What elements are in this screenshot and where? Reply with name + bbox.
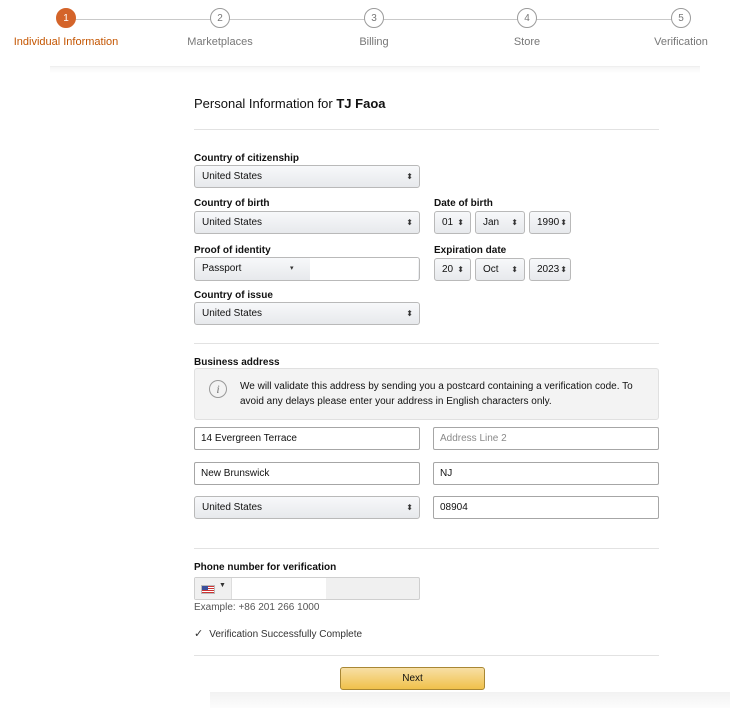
issue-country-value: United States [202, 308, 263, 319]
updown-arrow-icon: ⬍ [560, 218, 567, 227]
dob-month-select[interactable]: Jan ⬍ [475, 211, 525, 234]
birth-country-label: Country of birth [194, 198, 270, 209]
expiration-year-select[interactable]: 2023 ⬍ [529, 258, 571, 281]
phone-label: Phone number for verification [194, 562, 337, 573]
updown-arrow-icon: ⬍ [511, 265, 518, 274]
citizenship-value: United States [202, 171, 263, 182]
updown-arrow-icon: ⬍ [406, 172, 413, 181]
expiration-day-value: 20 [442, 264, 454, 275]
us-flag-icon [201, 585, 215, 594]
footer-shadow [210, 692, 730, 708]
header-divider-shadow [50, 66, 700, 73]
citizenship-select[interactable]: United States ⬍ [194, 165, 420, 188]
birth-country-select[interactable]: United States ⬍ [194, 211, 420, 234]
updown-arrow-icon: ⬍ [406, 503, 413, 512]
page-title: Personal Information for TJ Faoa [194, 96, 386, 111]
caret-down-icon: ▾ [290, 265, 294, 272]
step-label: Store [513, 36, 541, 48]
updown-arrow-icon: ⬍ [511, 218, 518, 227]
applicant-name: TJ Faoa [336, 96, 386, 111]
expiration-month-select[interactable]: Oct ⬍ [475, 258, 525, 281]
step-number-badge: 3 [364, 8, 384, 28]
business-address-label: Business address [194, 357, 280, 368]
dob-month-value: Jan [483, 217, 500, 228]
section-divider [194, 655, 659, 656]
step-verification[interactable]: 5 Verification [626, 8, 736, 48]
updown-arrow-icon: ⬍ [406, 218, 413, 227]
citizenship-label: Country of citizenship [194, 153, 299, 164]
step-label: Billing [359, 36, 389, 48]
info-icon: i [209, 380, 227, 398]
expiration-label: Expiration date [434, 245, 507, 256]
phone-input[interactable]: ▼ [194, 577, 420, 600]
checkmark-icon: ✓ [194, 628, 204, 640]
dob-day-select[interactable]: 01 ⬍ [434, 211, 471, 234]
birth-country-value: United States [202, 217, 263, 228]
dob-day-value: 01 [442, 217, 454, 228]
step-number-badge: 5 [671, 8, 691, 28]
step-label: Verification [654, 36, 708, 48]
issue-country-label: Country of issue [194, 290, 273, 301]
issue-country-select[interactable]: United States ⬍ [194, 302, 420, 325]
step-individual-information[interactable]: 1 Individual Information [11, 8, 121, 48]
progress-stepper: 1 Individual Information 2 Marketplaces … [0, 0, 750, 60]
address-country-select[interactable]: United States ⬍ [194, 496, 420, 519]
section-divider [194, 548, 659, 549]
step-billing[interactable]: 3 Billing [319, 8, 429, 48]
updown-arrow-icon: ⬍ [406, 309, 413, 318]
step-number-badge: 4 [517, 8, 537, 28]
country-code-button[interactable]: ▼ [195, 578, 232, 599]
step-marketplaces[interactable]: 2 Marketplaces [165, 8, 275, 48]
step-label: Marketplaces [187, 36, 253, 48]
identity-value: Passport [202, 263, 242, 274]
city-input[interactable]: New Brunswick [194, 462, 420, 485]
dob-label: Date of birth [434, 198, 493, 209]
dob-year-value: 1990 [537, 217, 560, 228]
verification-status: ✓ Verification Successfully Complete [194, 627, 362, 640]
verification-status-text: Verification Successfully Complete [209, 629, 363, 640]
address-line2-input[interactable]: Address Line 2 [433, 427, 659, 450]
caret-down-icon: ▼ [219, 582, 226, 589]
identity-label: Proof of identity [194, 245, 271, 256]
next-button[interactable]: Next [340, 667, 485, 690]
state-input[interactable]: NJ [433, 462, 659, 485]
updown-arrow-icon: ⬍ [457, 218, 464, 227]
section-divider [194, 343, 659, 344]
address-line1-input[interactable]: 14 Evergreen Terrace [194, 427, 420, 450]
updown-arrow-icon: ⬍ [457, 265, 464, 274]
zip-input[interactable]: 08904 [433, 496, 659, 519]
step-number-badge: 1 [56, 8, 76, 28]
address-notice-text: We will validate this address by sending… [240, 381, 633, 407]
dob-year-select[interactable]: 1990 ⬍ [529, 211, 571, 234]
address-notice: i We will validate this address by sendi… [194, 368, 659, 420]
address-country-value: United States [202, 502, 263, 513]
phone-example-text: Example: +86 201 266 1000 [194, 602, 320, 613]
expiration-day-select[interactable]: 20 ⬍ [434, 258, 471, 281]
phone-number-field[interactable] [232, 578, 326, 599]
updown-arrow-icon: ⬍ [560, 265, 567, 274]
expiration-year-value: 2023 [537, 264, 560, 275]
step-number-badge: 2 [210, 8, 230, 28]
section-divider [194, 129, 659, 130]
step-store[interactable]: 4 Store [472, 8, 582, 48]
identity-number-field[interactable] [310, 258, 418, 280]
expiration-month-value: Oct [483, 264, 499, 275]
step-label: Individual Information [13, 36, 119, 48]
